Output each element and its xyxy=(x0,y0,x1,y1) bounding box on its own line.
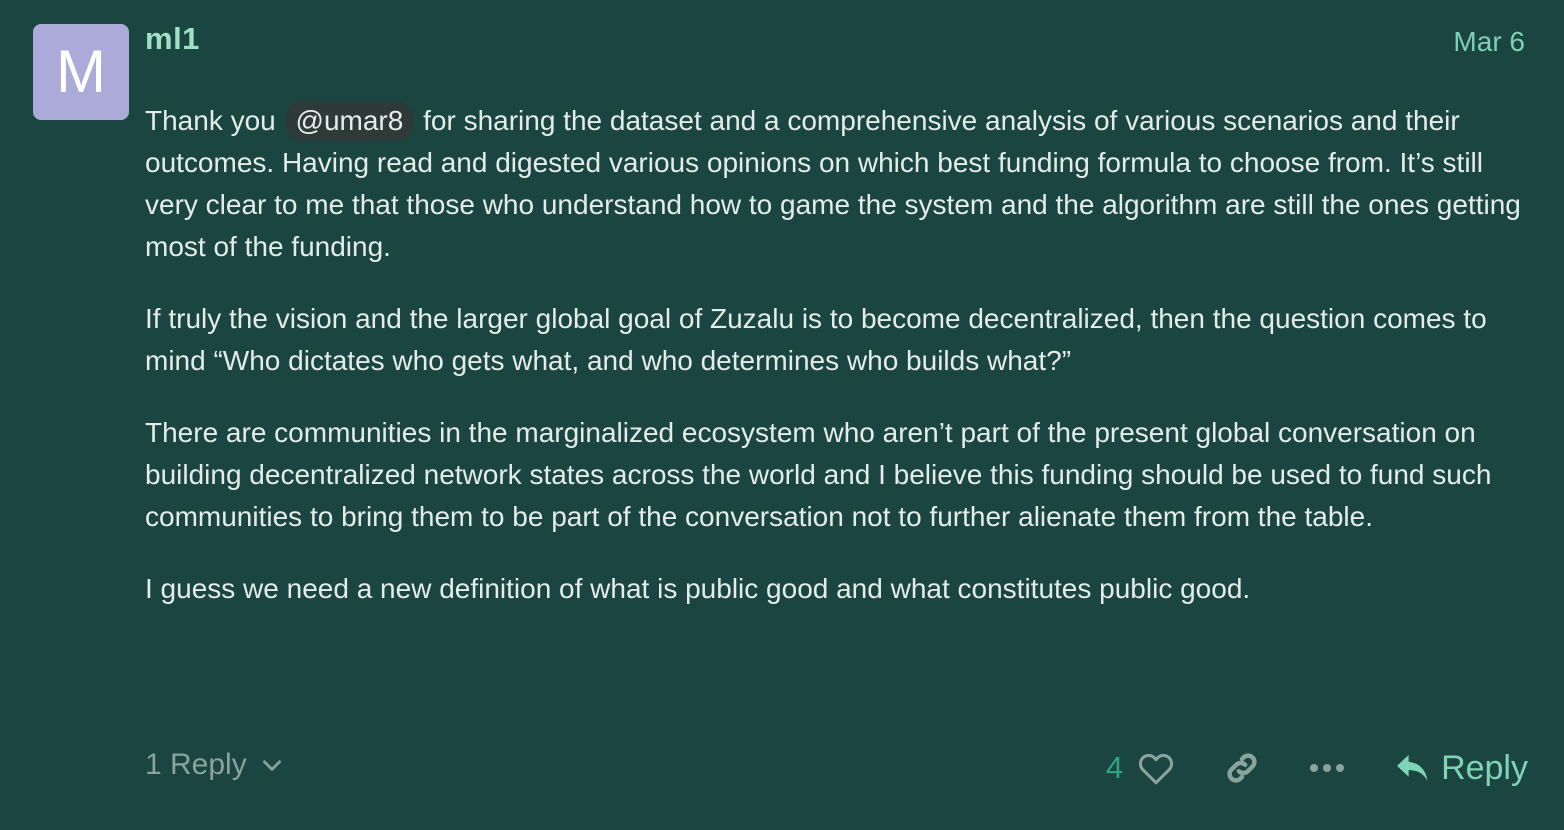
chevron-down-icon xyxy=(259,752,285,778)
post: M ml1 Mar 6 Thank you @umar8 for sharing… xyxy=(0,0,1564,830)
post-body: Thank you @umar8 for sharing the dataset… xyxy=(145,100,1530,640)
mention-link[interactable]: @umar8 xyxy=(285,101,414,141)
post-actions: 4 Reply xyxy=(1106,742,1528,794)
reply-arrow-icon xyxy=(1395,752,1431,784)
link-icon[interactable] xyxy=(1223,749,1261,787)
avatar[interactable]: M xyxy=(33,24,129,120)
paragraph-1-text-start: Thank you xyxy=(145,105,276,136)
replies-toggle[interactable]: 1 Reply xyxy=(145,748,285,782)
reply-button[interactable]: Reply xyxy=(1395,749,1528,788)
like-count[interactable]: 4 xyxy=(1106,750,1123,786)
post-footer: 1 Reply 4 Reply xyxy=(145,742,1528,794)
heart-icon[interactable] xyxy=(1137,751,1175,785)
reply-label: Reply xyxy=(1441,748,1528,787)
paragraph-2: If truly the vision and the larger globa… xyxy=(145,303,1487,376)
post-date[interactable]: Mar 6 xyxy=(1453,26,1525,58)
paragraph-4: I guess we need a new definition of what… xyxy=(145,573,1251,604)
paragraph-3: There are communities in the marginalize… xyxy=(145,417,1492,532)
replies-label: 1 Reply xyxy=(145,748,247,781)
more-icon[interactable] xyxy=(1309,762,1345,774)
username[interactable]: ml1 xyxy=(145,21,200,57)
paragraph-1: Thank you @umar8 for sharing the dataset… xyxy=(145,100,1530,268)
